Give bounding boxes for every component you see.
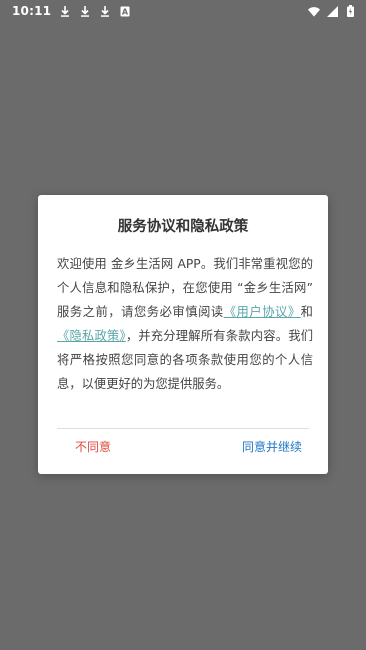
privacy-policy-link[interactable]: 《隐私政策》 — [57, 329, 126, 343]
download-icon — [59, 5, 71, 17]
body-conjunction: 和 — [300, 305, 313, 319]
status-right — [308, 5, 356, 17]
wifi-icon — [308, 5, 320, 17]
decline-button[interactable]: 不同意 — [75, 439, 111, 455]
status-bar: 10:11 A — [0, 0, 366, 22]
dialog-divider — [57, 428, 309, 429]
download-icon — [99, 5, 111, 17]
dialog-title: 服务协议和隐私政策 — [117, 219, 249, 235]
accept-continue-button[interactable]: 同意并继续 — [242, 439, 302, 455]
battery-charging-icon — [344, 5, 356, 17]
download-icon — [79, 5, 91, 17]
status-time: 10:11 — [12, 4, 52, 18]
privacy-dialog: 服务协议和隐私政策 欢迎使用 金乡生活网 APP。我们非常重视您的个人信息和隐私… — [38, 195, 328, 474]
status-left: 10:11 A — [12, 4, 131, 18]
auto-icon: A — [119, 5, 131, 17]
dialog-body: 欢迎使用 金乡生活网 APP。我们非常重视您的个人信息和隐私保护，在您使用 “金… — [57, 252, 313, 396]
svg-text:A: A — [122, 7, 129, 16]
signal-icon — [326, 5, 338, 17]
user-agreement-link[interactable]: 《用户协议》 — [224, 305, 301, 319]
